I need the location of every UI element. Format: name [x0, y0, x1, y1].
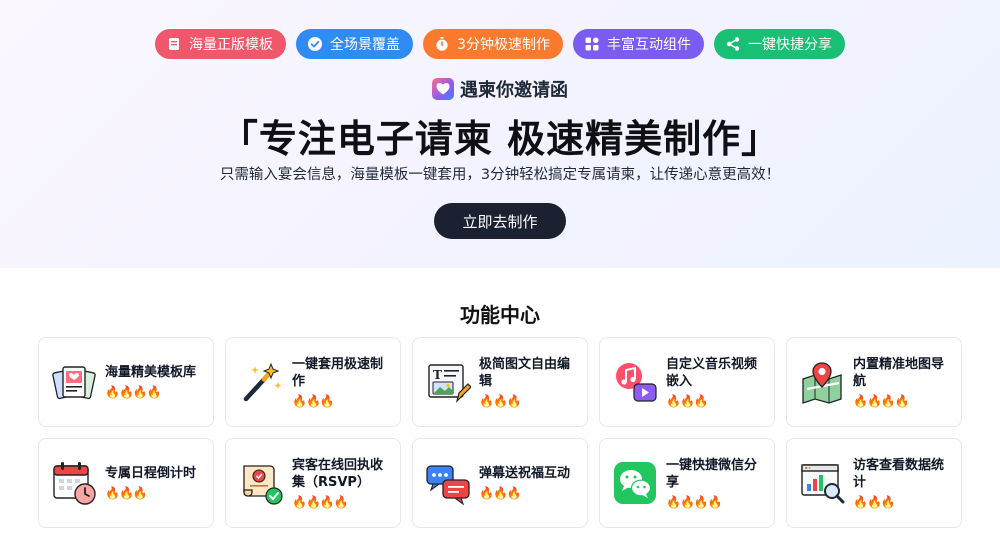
page-title: 「专注电子请柬 极速精美制作」 — [219, 117, 781, 161]
chat-bubbles-icon — [425, 460, 471, 506]
feature-card[interactable]: 宾客在线回执收集（RSVP） 🔥🔥🔥🔥 — [225, 438, 401, 528]
template-icon — [165, 35, 183, 53]
popularity-rating: 🔥🔥🔥 — [853, 494, 896, 509]
feature-name: 极简图文自由编辑 — [479, 356, 571, 389]
feature-pills: 海量正版模板 全场景覆盖 3分钟极速制作 丰富互动组件 一键快捷分享 — [0, 29, 1000, 59]
hero-subtitle: 只需输入宴会信息，海量模板一键套用，3分钟轻松搞定专属请柬，让传递心意更高效！ — [219, 167, 781, 183]
pill-quick-share[interactable]: 一键快捷分享 — [713, 29, 845, 59]
analytics-icon — [799, 460, 845, 506]
brand-name: 遇柬你邀请函 — [460, 80, 568, 101]
pill-label: 海量正版模板 — [189, 37, 274, 53]
pill-interactive-components[interactable]: 丰富互动组件 — [572, 29, 704, 59]
feature-name: 宾客在线回执收集（RSVP） — [292, 457, 384, 490]
start-creating-button[interactable]: 立即去制作 — [434, 203, 566, 239]
brand: 遇柬你邀请函 — [0, 76, 1000, 102]
share-icon — [724, 35, 742, 53]
hero-section: 海量正版模板 全场景覆盖 3分钟极速制作 丰富互动组件 一键快捷分享 遇柬你邀请函 「专… — [0, 0, 1000, 268]
rsvp-scroll-icon — [238, 460, 284, 506]
popularity-rating: 🔥🔥🔥🔥 — [853, 393, 910, 408]
feature-card[interactable]: 专属日程倒计时 🔥🔥🔥 — [38, 438, 214, 528]
grid-icon — [583, 35, 601, 53]
popularity-rating: 🔥🔥🔥 — [666, 393, 709, 408]
section-title: 功能中心 — [460, 303, 540, 327]
feature-name: 一键套用极速制作 — [292, 356, 384, 389]
feature-card[interactable]: 一键快捷微信分享 🔥🔥🔥🔥 — [599, 438, 775, 528]
pill-label: 3分钟极速制作 — [457, 37, 550, 53]
popularity-rating: 🔥🔥🔥🔥 — [292, 494, 349, 509]
feature-grid: 海量精美模板库 🔥🔥🔥🔥 一键套用极速制作 🔥🔥🔥 T 极简图文自由编辑 🔥🔥🔥 自定义音乐视… — [38, 337, 962, 528]
popularity-rating: 🔥🔥🔥 — [479, 393, 522, 408]
feature-card[interactable]: 访客查看数据统计 🔥🔥🔥 — [786, 438, 962, 528]
svg-text:T: T — [433, 368, 442, 382]
feature-card[interactable]: 自定义音乐视频嵌入 🔥🔥🔥 — [599, 337, 775, 427]
popularity-rating: 🔥🔥🔥🔥 — [105, 385, 162, 399]
pill-templates[interactable]: 海量正版模板 — [155, 29, 287, 59]
feature-card[interactable]: 弹幕送祝福互动 🔥🔥🔥 — [412, 438, 588, 528]
pill-all-scenarios[interactable]: 全场景覆盖 — [296, 29, 414, 59]
feature-name: 一键快捷微信分享 — [666, 457, 758, 490]
feature-name: 专属日程倒计时 — [105, 466, 197, 481]
wechat-icon — [612, 460, 658, 506]
popularity-rating: 🔥🔥🔥 — [479, 486, 522, 500]
calendar-clock-icon — [51, 460, 97, 506]
pill-label: 丰富互动组件 — [606, 37, 691, 53]
feature-name: 内置精准地图导航 — [853, 356, 945, 389]
template-gallery-icon — [51, 359, 97, 405]
text-image-edit-icon: T — [425, 359, 472, 405]
pill-label: 一键快捷分享 — [747, 37, 832, 53]
stopwatch-icon — [433, 35, 451, 53]
popularity-rating: 🔥🔥🔥 — [105, 486, 148, 500]
feature-card[interactable]: T 极简图文自由编辑 🔥🔥🔥 — [412, 337, 588, 427]
feature-name: 海量精美模板库 — [105, 365, 197, 380]
magic-wand-icon — [238, 359, 284, 405]
popularity-rating: 🔥🔥🔥🔥 — [666, 494, 723, 509]
music-video-icon — [612, 359, 658, 405]
map-pin-icon — [799, 359, 845, 405]
feature-card[interactable]: 海量精美模板库 🔥🔥🔥🔥 — [38, 337, 214, 427]
check-circle-icon — [306, 35, 324, 53]
feature-name: 自定义音乐视频嵌入 — [666, 356, 758, 389]
pill-label: 全场景覆盖 — [330, 37, 401, 53]
brand-logo-icon — [432, 78, 454, 100]
popularity-rating: 🔥🔥🔥 — [292, 393, 335, 408]
pill-quick-make[interactable]: 3分钟极速制作 — [423, 29, 563, 59]
feature-card[interactable]: 内置精准地图导航 🔥🔥🔥🔥 — [786, 337, 962, 427]
feature-card[interactable]: 一键套用极速制作 🔥🔥🔥 — [225, 337, 401, 427]
feature-name: 访客查看数据统计 — [853, 457, 945, 490]
feature-name: 弹幕送祝福互动 — [479, 466, 571, 481]
